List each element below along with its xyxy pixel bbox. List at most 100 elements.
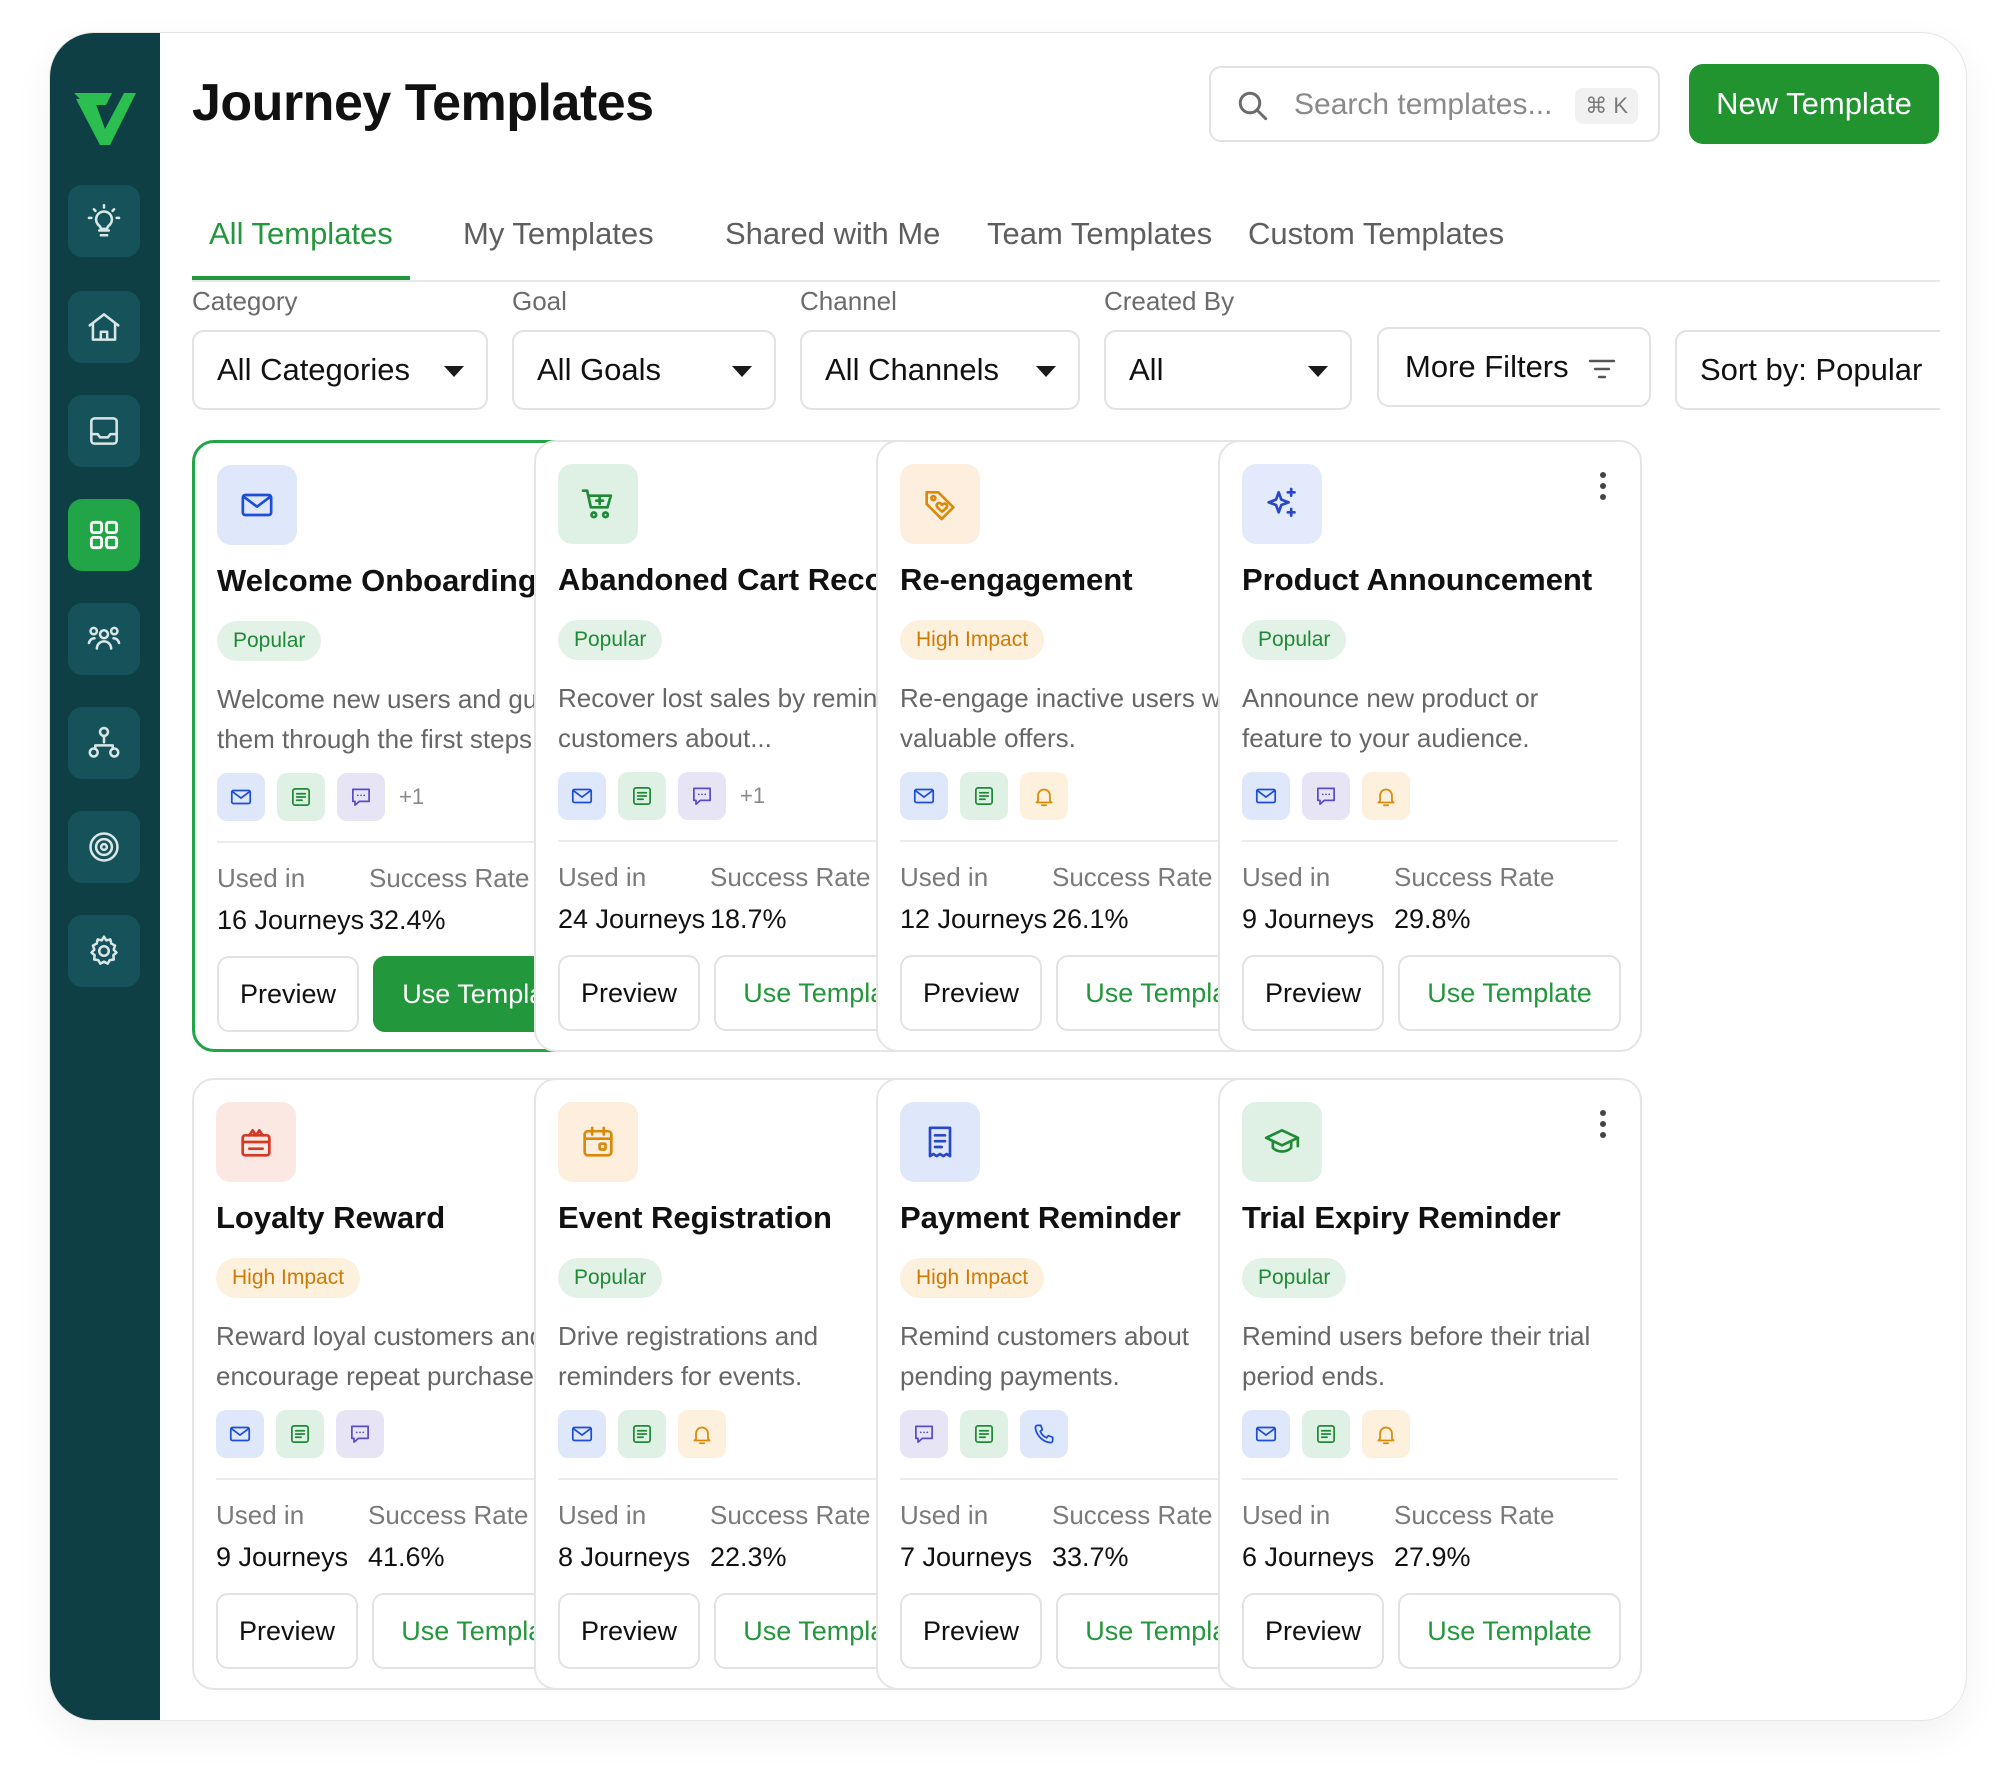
preview-button[interactable]: Preview (217, 956, 359, 1032)
success-rate-label: Success Rate (710, 862, 871, 892)
preview-button[interactable]: Preview (1242, 955, 1384, 1031)
channel-chip (1020, 772, 1068, 820)
template-description: Announce new product or feature to your … (1242, 683, 1539, 753)
more-options-icon[interactable] (1598, 472, 1608, 502)
channel-chip (960, 772, 1008, 820)
search-box[interactable]: Search templates... ⌘ K (1209, 66, 1660, 142)
category-select[interactable]: All Categories (192, 330, 488, 410)
sort-select[interactable]: Sort by: Popular (1675, 330, 1940, 410)
use-template-button[interactable]: Use Template (1398, 955, 1621, 1031)
receipt-icon (928, 1126, 952, 1158)
used-in-value: 9 Journeys (216, 1542, 349, 1572)
template-title: Trial Expiry Reminder (1242, 1200, 1561, 1235)
channel-chip (216, 1410, 264, 1458)
used-in-value: 16 Journeys (217, 905, 365, 935)
created-by-select[interactable]: All (1104, 330, 1352, 410)
phone-icon (1034, 1424, 1054, 1444)
success-rate-label: Success Rate (710, 1500, 871, 1530)
nav-goals[interactable] (68, 811, 140, 883)
created-by-value: All (1129, 352, 1164, 387)
channel-value: All Channels (825, 352, 1000, 387)
channel-list (900, 772, 1080, 820)
search-input[interactable]: Search templates... (1294, 88, 1552, 122)
preview-button[interactable]: Preview (558, 1593, 700, 1669)
template-title: Event Registration (558, 1200, 832, 1235)
sms-icon (975, 787, 993, 805)
template-badge: Popular (1242, 1258, 1347, 1298)
goal-select[interactable]: All Goals (512, 330, 776, 410)
template-badge: High Impact (900, 1258, 1045, 1298)
channel-chip (1242, 772, 1290, 820)
more-filters-label: More Filters (1405, 349, 1569, 384)
preview-button[interactable]: Preview (900, 1593, 1042, 1669)
used-in-label: Used in (900, 862, 989, 892)
page-title: Journey Templates (192, 74, 654, 132)
template-badge: Popular (558, 1258, 663, 1298)
email-icon (571, 788, 593, 804)
nav-workflows[interactable] (68, 707, 140, 779)
template-badge: High Impact (900, 620, 1045, 660)
success-rate-label: Success Rate (368, 1500, 529, 1530)
nav-insights[interactable] (68, 185, 140, 257)
channel-list (900, 1410, 1080, 1458)
tab-all-templates[interactable]: All Templates (192, 178, 410, 280)
chat-icon (352, 788, 370, 806)
channel-list (1242, 1410, 1422, 1458)
goal-label: Goal (512, 286, 567, 316)
new-template-button[interactable]: New Template (1689, 64, 1939, 144)
email-icon (230, 789, 252, 805)
preview-button[interactable]: Preview (216, 1593, 358, 1669)
channel-list (558, 1410, 738, 1458)
channel-select[interactable]: All Channels (800, 330, 1080, 410)
logo-icon[interactable] (72, 89, 138, 149)
template-badge: High Impact (216, 1258, 361, 1298)
preview-button[interactable]: Preview (900, 955, 1042, 1031)
card-divider (1242, 840, 1618, 842)
inbox-icon (90, 417, 118, 445)
template-card[interactable]: Product Announcement Popular Announce ne… (1218, 440, 1642, 1052)
success-rate-value: 26.1% (1052, 904, 1129, 934)
template-title: Re-engagement (900, 562, 1133, 597)
tab-team-templates[interactable]: Team Templates (987, 178, 1212, 280)
channel-chip (337, 773, 385, 821)
used-in-value: 9 Journeys (1242, 904, 1375, 934)
channel-chip (558, 1410, 606, 1458)
bell-icon (1377, 788, 1395, 807)
card-divider (1242, 1478, 1618, 1480)
channel-chip (618, 1410, 666, 1458)
sparkle-icon (1267, 487, 1296, 517)
template-tabs: All Templates My Templates Shared with M… (192, 178, 1940, 282)
nav-settings[interactable] (68, 915, 140, 987)
success-rate-value: 33.7% (1052, 1542, 1129, 1572)
success-rate-value: 29.8% (1394, 904, 1471, 934)
success-rate-value: 22.3% (710, 1542, 787, 1572)
tab-shared-with-me[interactable]: Shared with Me (725, 178, 940, 280)
category-label: Category (192, 286, 298, 316)
nav-home[interactable] (68, 291, 140, 363)
goal-value: All Goals (537, 352, 662, 387)
template-badge: Popular (1242, 620, 1347, 660)
nav-templates[interactable] (68, 499, 140, 571)
template-card[interactable]: Trial Expiry Reminder Popular Remind use… (1218, 1078, 1642, 1690)
channel-chip (276, 1410, 324, 1458)
more-filters-button[interactable]: More Filters (1377, 327, 1651, 407)
email-icon (1255, 788, 1277, 804)
success-rate-label: Success Rate (1052, 1500, 1213, 1530)
preview-button[interactable]: Preview (558, 955, 700, 1031)
template-icon-box (900, 1102, 980, 1182)
channel-chip (1362, 772, 1410, 820)
use-template-button[interactable]: Use Template (1398, 1593, 1621, 1669)
nav-inbox[interactable] (68, 395, 140, 467)
nav-audience[interactable] (68, 603, 140, 675)
preview-button[interactable]: Preview (1242, 1593, 1384, 1669)
template-description: Remind users before their trial period e… (1242, 1321, 1591, 1391)
chat-icon (351, 1425, 369, 1443)
tab-my-templates[interactable]: My Templates (463, 178, 654, 280)
more-options-icon[interactable] (1598, 1110, 1608, 1140)
success-rate-label: Success Rate (1052, 862, 1213, 892)
success-rate-value: 41.6% (368, 1542, 445, 1572)
tab-custom-templates[interactable]: Custom Templates (1248, 178, 1504, 280)
used-in-label: Used in (558, 862, 647, 892)
gear-icon (90, 935, 118, 965)
sms-icon (633, 787, 651, 805)
